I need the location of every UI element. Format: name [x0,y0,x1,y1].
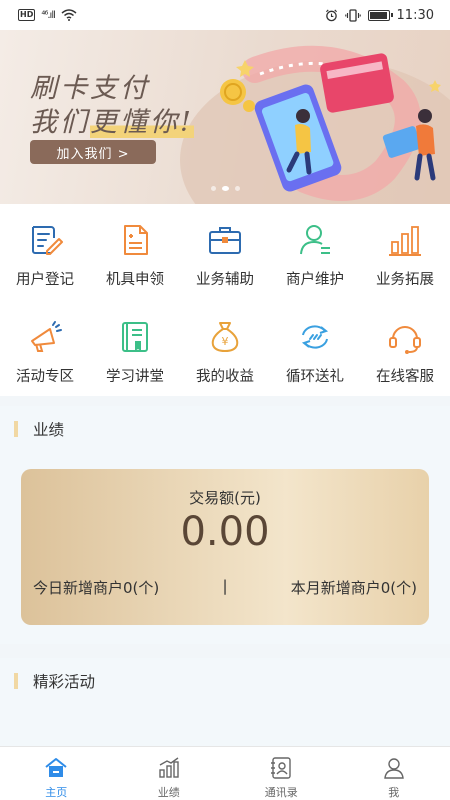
user-register-icon [32,226,63,255]
bottom-tab-bar: 主页 业绩 通讯录 我 [0,746,450,800]
status-right: 11:30 [325,8,434,23]
tab-label: 业绩 [157,786,180,799]
briefcase-icon [209,227,241,254]
performance-section: 业绩 交易额(元) 0.00 今日新增商户0(个) | 本月新增商户0(个) [0,406,450,644]
transaction-caption: 交易额(元) [189,489,261,507]
megaphone-icon [31,321,62,352]
home-icon [45,758,67,777]
device-apply-icon [124,225,148,255]
grid-label: 在线客服 [376,369,434,385]
grid-item-merchant[interactable]: 商户维护 [270,204,360,301]
grid-label: 机具申领 [106,272,164,288]
merchant-stats: 今日新增商户0(个) | 本月新增商户0(个) [33,577,417,598]
section-marker [14,421,18,437]
month-new-merchants: 本月新增商户0(个) [290,579,417,597]
carousel-dot-active[interactable] [221,186,229,191]
headset-icon [389,326,421,354]
person-icon [383,758,404,779]
today-new-merchants: 今日新增商户0(个) [33,579,160,597]
carousel-dots [0,186,450,191]
cycle-icon [301,325,329,349]
status-left: HD ⁴⁶.ıll [18,9,77,21]
grid-item-my-earnings[interactable]: ¥ 我的收益 [180,301,270,396]
grid-label: 商户维护 [286,272,344,288]
activities-section: 精彩活动 [0,658,450,746]
alarm-icon [325,9,337,21]
section-marker [14,673,18,689]
performance-header: 业绩 [0,406,450,452]
grid-item-study-hall[interactable]: 学习讲堂 [90,301,180,396]
join-us-button[interactable]: 加入我们 > [30,140,156,164]
grid-item-device-apply[interactable]: 机具申领 [90,204,180,301]
tab-home[interactable]: 主页 [0,747,113,800]
status-bar: HD ⁴⁶.ıll 11:30 [0,0,450,30]
grid-item-business-assist[interactable]: 业务辅助 [180,204,270,301]
grid-label: 学习讲堂 [106,369,164,385]
merchant-icon [300,225,330,255]
tab-me[interactable]: 我 [338,747,450,800]
money-bag-icon: ¥ [211,322,239,353]
activities-title: 精彩活动 [33,673,96,691]
banner-title-line2-highlight: 更懂你! [90,107,194,138]
grid-item-cycle-gift[interactable]: 循环送礼 [270,301,360,396]
carousel-dot[interactable] [210,186,216,191]
tab-performance[interactable]: 业绩 [113,747,226,800]
activities-header: 精彩活动 [0,658,450,704]
grid-label: 循环送礼 [286,369,344,385]
banner-title-line2-prefix: 我们 [30,107,90,138]
grid-item-online-service[interactable]: 在线客服 [360,301,450,396]
payment-illustration [220,45,441,201]
svg-text:¥: ¥ [222,335,229,348]
feature-grid: 用户登记 机具申领 业务辅助 商户维护 业务拓展 活动专区 学习讲堂 ¥ 我的收… [0,204,450,396]
contacts-icon [271,757,291,779]
vibrate-icon [344,8,361,22]
bar-growth-icon [389,226,421,256]
grid-label: 业务拓展 [376,272,434,288]
hd-icon: HD [18,9,36,21]
performance-title: 业绩 [33,421,65,439]
grid-item-business-expand[interactable]: 业务拓展 [360,204,450,301]
promo-banner[interactable]: 刷卡支付 我们更懂你! 加入我们 > [0,30,450,204]
grid-label: 我的收益 [196,369,254,385]
carousel-dot[interactable] [234,186,240,191]
grid-item-user-register[interactable]: 用户登记 [0,204,90,301]
book-icon [122,322,148,352]
grid-item-activity-zone[interactable]: 活动专区 [0,301,90,396]
battery-icon [367,9,393,21]
grid-label: 业务辅助 [196,272,254,288]
stats-divider: | [222,577,228,595]
signal-icon: ⁴⁶.ıll [41,9,55,21]
wifi-icon [61,9,77,21]
tab-contacts[interactable]: 通讯录 [225,747,338,800]
grid-label: 活动专区 [16,369,74,385]
tab-label: 我 [388,786,400,799]
chart-icon [159,757,179,778]
clock: 11:30 [396,7,434,23]
tab-label: 主页 [45,786,68,799]
grid-label: 用户登记 [16,272,74,288]
transaction-amount: 0.00 [180,509,270,555]
performance-card[interactable]: 交易额(元) 0.00 今日新增商户0(个) | 本月新增商户0(个) [21,469,429,625]
banner-title-line2: 我们更懂你! [30,100,194,139]
tab-label: 通讯录 [264,786,298,799]
